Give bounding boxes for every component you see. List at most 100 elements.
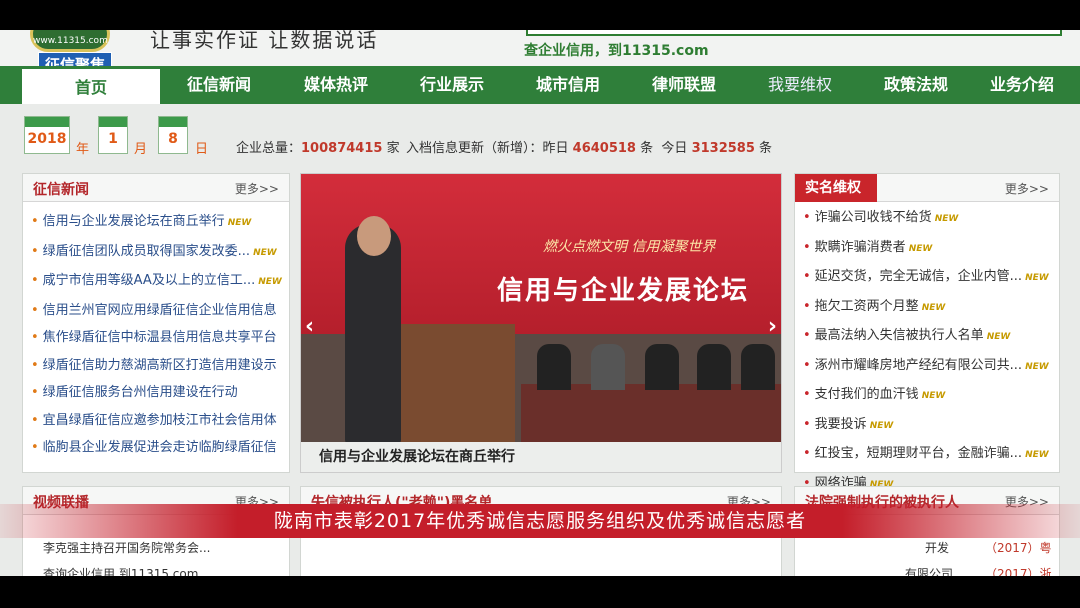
new-badge: NEW [934,214,959,224]
month-unit: 月 [134,142,148,157]
list-item-text: 支付我们的血汗钱 [814,387,919,402]
list-item-text: 焦作绿盾征信中标温县信用信息共享平台 [42,330,277,345]
rights-list: • 诈骗公司收钱不给货 NEW • 欺瞒诈骗消费者 NEW • 延迟交货，完全无诚信，企业内管… [795,202,1059,499]
nav-rights[interactable]: 我要维权 [742,66,858,104]
list-item[interactable]: • 涿州市耀峰房地产经纪有限公司共... NEW [803,352,1059,382]
list-item[interactable]: • 最高法纳入失信被执行人名单 NEW [803,322,1059,352]
enterprise-total: 企业总量：100874415 家 [236,137,400,156]
year-value: 2018 [27,131,67,147]
unit-2: 条 [759,141,773,156]
seated-person [645,344,679,390]
bullet-icon: • [31,243,39,259]
bullet-icon: • [31,273,39,288]
nav-media[interactable]: 媒体热评 [278,66,394,104]
update-stats: 入档信息更新（新增）：昨日 4640518 条 今日 3132585 条 [406,137,772,156]
day-unit: 日 [195,142,209,157]
credit-news-more-link[interactable]: 更多>> [235,180,279,197]
list-item[interactable]: • 红投宝，短期理财平台，金融诈骗... NEW [803,440,1059,470]
new-badge: NEW [986,332,1011,342]
list-item[interactable]: • 支付我们的血汗钱 NEW [803,381,1059,411]
bullet-icon: • [31,357,39,373]
enforcement-item[interactable]: 有限公司 [905,565,953,576]
nav-lawyers[interactable]: 律师联盟 [626,66,742,104]
bullet-icon: • [803,269,811,284]
list-item[interactable]: • 我要投诉 NEW [803,411,1059,441]
rights-title: 实名维权 [795,174,877,202]
speaker-head [357,216,391,256]
list-item-text: 诈骗公司收钱不给货 [814,210,932,225]
year-unit: 年 [76,142,90,157]
bullet-icon: • [31,385,39,400]
list-item[interactable]: • 宜昌绿盾征信应邀参加枝江市社会信用体 [31,407,289,435]
new-badge: NEW [908,243,933,254]
prev-arrow-icon[interactable]: ‹ [305,314,314,339]
today-label: 今日 [661,141,688,156]
seated-person [741,344,775,390]
new-badge: NEW [227,218,252,228]
day-value: 8 [168,131,178,147]
nav-policy[interactable]: 政策法规 [858,66,974,104]
main-nav: 首页 征信新闻 媒体热评 行业展示 城市信用 律师联盟 我要维权 政策法规 业务… [0,66,1080,104]
day-box: 8 [158,116,188,154]
video-item[interactable]: 李克强主持召开国务院常务会... [43,539,210,556]
nav-home[interactable]: 首页 [22,66,160,104]
year-box: 2018 [24,116,70,154]
list-item[interactable]: • 绿盾征信服务台州信用建设在行动 [31,379,289,407]
seated-person [591,344,625,390]
credit-news-header: 征信新闻 更多>> [23,174,289,202]
list-item-text: 红投宝，短期理财平台，金融诈骗... [814,446,1023,461]
bullet-icon: • [31,330,39,345]
logo-text: www.11315.com [33,36,108,46]
list-item[interactable]: • 延迟交货，完全无诚信，企业内管... NEW [803,263,1059,293]
nav-industry[interactable]: 行业展示 [394,66,510,104]
query-slogan: 查企业信用，到11315.com [524,43,709,59]
nav-city-credit[interactable]: 城市信用 [510,66,626,104]
total-value: 100874415 [301,141,383,156]
enforcement-item[interactable]: 开发 [925,539,949,556]
bullet-icon: • [803,446,811,461]
list-item-text: 绿盾征信服务台州信用建设在行动 [42,385,238,400]
bullet-icon: • [803,210,811,225]
rights-more-link[interactable]: 更多>> [1005,180,1049,197]
list-item-text: 信用与企业发展论坛在商丘举行 [42,214,225,229]
bullet-icon: • [803,357,811,373]
search-input[interactable] [526,30,1062,36]
enforcement-case: （2017）粤 [985,541,1052,555]
banner-subtitle: 燃火点燃文明 信用凝聚世界 [543,239,716,255]
slide-caption[interactable]: 信用与企业发展论坛在商丘举行 [301,442,781,472]
list-item[interactable]: • 临朐县企业发展促进会走访临朐绿盾征信 [31,434,289,462]
new-badge: NEW [258,277,282,287]
featured-slideshow[interactable]: 燃火点燃文明 信用凝聚世界 信用与企业发展论坛 ‹ › 信用与企业发展论坛在商丘… [300,173,782,473]
list-item[interactable]: • 拖欠工资两个月整 NEW [803,293,1059,323]
list-item[interactable]: • 信用与企业发展论坛在商丘举行 NEW [31,208,289,238]
credit-news-title: 征信新闻 [33,182,89,198]
list-item-text: 信用兰州官网应用绿盾征信企业信用信息 [42,302,277,318]
list-item[interactable]: • 咸宁市信用等级AA及以上的立信工... NEW [31,267,289,297]
list-item[interactable]: • 绿盾征信助力慈湖高新区打造信用建设示 [31,352,289,380]
head-table [521,384,781,444]
list-item[interactable]: • 绿盾征信团队成员取得国家发改委... NEW [31,238,289,268]
list-item[interactable]: • 信用兰州官网应用绿盾征信企业信用信息 [31,297,289,325]
unit-1: 条 [640,141,654,156]
nav-business[interactable]: 业务介绍 [974,66,1070,104]
video-item[interactable]: 查询企业信用 到11315.com [43,565,198,576]
total-label: 企业总量： [236,141,302,156]
today-value: 3132585 [691,141,755,156]
nav-credit-news[interactable]: 征信新闻 [160,66,278,104]
site-logo[interactable]: www.11315.com [30,30,110,52]
list-item[interactable]: • 诈骗公司收钱不给货 NEW [803,204,1059,234]
enforcement-case: （2017）浙 [985,567,1052,576]
new-badge: NEW [253,247,277,258]
new-badge: NEW [921,391,946,401]
news-subtitle: 陇南市表彰2017年优秀诚信志愿服务组织及优秀诚信志愿者 [0,504,1080,538]
list-item-text: 延迟交货，完全无诚信，企业内管... [814,269,1023,284]
bullet-icon: • [31,214,39,229]
bullet-icon: • [803,387,811,402]
new-badge: NEW [1025,361,1049,372]
video-frame: www.11315.com 让事实作证 让数据说话 查企业信用，到11315.c… [0,0,1080,608]
bullet-icon: • [803,298,811,314]
list-item[interactable]: • 焦作绿盾征信中标温县信用信息共享平台 [31,324,289,352]
yesterday-value: 4640518 [572,141,636,156]
next-arrow-icon[interactable]: › [768,314,777,339]
list-item[interactable]: • 欺瞒诈骗消费者 NEW [803,234,1059,264]
